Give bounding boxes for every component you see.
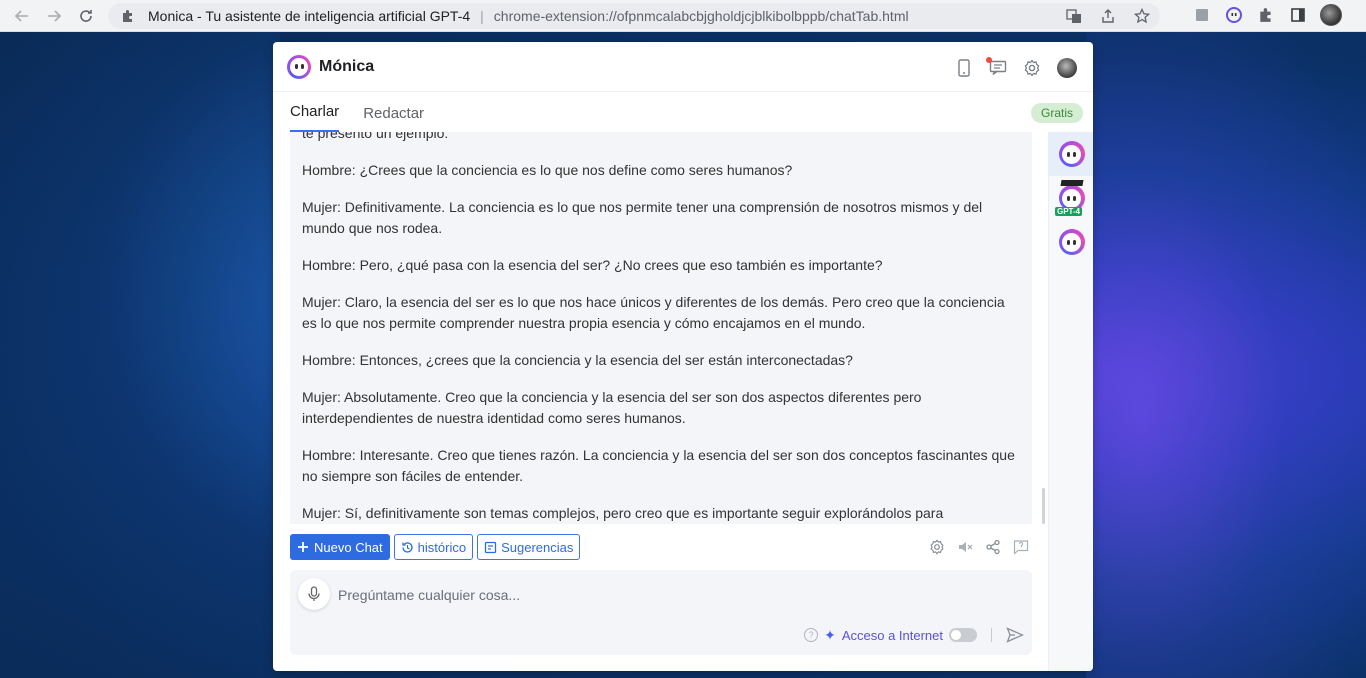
translate-icon[interactable] xyxy=(1064,5,1084,27)
assistant-message: te presento un ejemplo: Hombre: ¿Crees q… xyxy=(290,132,1032,524)
side-panel-icon[interactable] xyxy=(1288,4,1308,26)
scrollbar-thumb[interactable] xyxy=(1042,488,1045,524)
page-url: chrome-extension://ofpnmcalabcbjgholdjcj… xyxy=(493,8,909,24)
settings-gear-icon[interactable] xyxy=(1023,59,1041,77)
gpt4-tag: GPT-4 xyxy=(1055,207,1083,216)
reload-icon[interactable] xyxy=(70,0,102,32)
bot-selector-rail: GPT-4 xyxy=(1048,132,1093,671)
app-title: Mónica xyxy=(319,57,375,75)
forward-arrow-icon[interactable] xyxy=(38,0,70,32)
message-paragraph: te presento un ejemplo: xyxy=(302,132,449,141)
question-mark-icon[interactable]: ? xyxy=(804,628,819,642)
title-url-separator: | xyxy=(480,8,484,24)
panel-header: Mónica xyxy=(273,42,1093,92)
pdf-extension-icon[interactable] xyxy=(1192,4,1212,26)
background-glow-left xyxy=(0,32,280,678)
chat-action-row: Nuevo Chat histórico Sugerencias xyxy=(290,534,581,560)
feedback-icon[interactable] xyxy=(986,57,1007,77)
extensions-puzzle-icon[interactable] xyxy=(1256,4,1276,26)
browser-toolbar: Monica - Tu asistente de inteligencia ar… xyxy=(0,0,1366,32)
mobile-device-icon[interactable] xyxy=(955,59,973,77)
send-icon[interactable] xyxy=(1006,626,1024,644)
monica-chat-panel: Mónica Charlar Redactar Gratis te presen… xyxy=(273,42,1093,671)
history-button[interactable]: histórico xyxy=(393,534,474,560)
internet-access-toggle[interactable] xyxy=(949,628,977,642)
tab-charlar[interactable]: Charlar xyxy=(290,103,340,132)
puzzle-icon xyxy=(120,8,136,24)
bot-character[interactable] xyxy=(1049,220,1093,264)
chat-input-box[interactable]: Pregúntame cualquier cosa... ? ✦ Acceso … xyxy=(290,570,1032,655)
help-chat-icon[interactable] xyxy=(1013,539,1029,555)
chat-scrollbar[interactable] xyxy=(1041,132,1047,524)
message-paragraph: Hombre: ¿Crees que la conciencia es lo q… xyxy=(302,162,793,178)
message-paragraph: Mujer: Definitivamente. La conciencia es… xyxy=(302,199,983,236)
divider xyxy=(991,628,992,642)
plus-icon xyxy=(298,542,308,552)
mode-tabs: Charlar Redactar Gratis xyxy=(273,92,1093,132)
plan-badge[interactable]: Gratis xyxy=(1030,103,1083,123)
monica-extension-icon[interactable] xyxy=(1224,4,1244,26)
bot-monica[interactable] xyxy=(1049,132,1093,176)
microphone-icon[interactable] xyxy=(298,578,330,610)
monica-bot-icon xyxy=(1058,141,1085,167)
monica-logo-icon xyxy=(287,54,311,79)
tab-title: Monica - Tu asistente de inteligencia ar… xyxy=(148,8,471,24)
user-avatar[interactable] xyxy=(1057,58,1077,78)
graduation-cap-icon xyxy=(1060,180,1084,186)
chat-settings-gear-icon[interactable] xyxy=(929,539,945,555)
new-chat-button[interactable]: Nuevo Chat xyxy=(290,534,390,560)
input-footer: ? ✦ Acceso a Internet xyxy=(804,626,1024,644)
message-paragraph: Hombre: Pero, ¿qué pasa con la esencia d… xyxy=(302,257,883,273)
message-paragraph: Hombre: Interesante. Creo que tienes raz… xyxy=(302,447,1015,484)
background-glow-right xyxy=(1086,32,1366,678)
suggestions-button[interactable]: Sugerencias xyxy=(477,534,581,560)
character-bot-icon xyxy=(1058,229,1085,255)
message-paragraph: Mujer: Claro, la esencia del ser es lo q… xyxy=(302,294,1005,331)
profile-avatar[interactable] xyxy=(1320,4,1342,26)
notification-dot xyxy=(986,57,992,63)
share-page-icon[interactable] xyxy=(1098,5,1118,27)
message-paragraph: Hombre: Entonces, ¿crees que la concienc… xyxy=(302,352,853,368)
history-label: histórico xyxy=(417,539,467,555)
suggestions-icon xyxy=(484,541,497,553)
chat-input-placeholder[interactable]: Pregúntame cualquier cosa... xyxy=(338,587,520,603)
bot-gpt4[interactable]: GPT-4 xyxy=(1049,176,1093,220)
internet-access-label: Acceso a Internet xyxy=(841,627,943,643)
tab-redactar[interactable]: Redactar xyxy=(363,105,424,132)
history-icon xyxy=(402,541,413,553)
share-icon[interactable] xyxy=(985,539,1001,555)
sparkle-icon: ✦ xyxy=(824,626,836,643)
bookmark-star-icon[interactable] xyxy=(1132,5,1152,27)
message-paragraph: Mujer: Absolutamente. Creo que la concie… xyxy=(302,389,922,426)
chat-tool-icons xyxy=(929,539,1029,555)
message-paragraph: Mujer: Sí, definitivamente son temas com… xyxy=(302,505,944,521)
back-arrow-icon[interactable] xyxy=(6,0,38,32)
suggestions-label: Sugerencias xyxy=(501,539,574,555)
mute-speaker-icon[interactable] xyxy=(957,539,973,555)
chat-message-area: te presento un ejemplo: Hombre: ¿Crees q… xyxy=(290,132,1032,524)
new-chat-label: Nuevo Chat xyxy=(314,539,383,555)
address-bar[interactable]: Monica - Tu asistente de inteligencia ar… xyxy=(108,3,1160,29)
